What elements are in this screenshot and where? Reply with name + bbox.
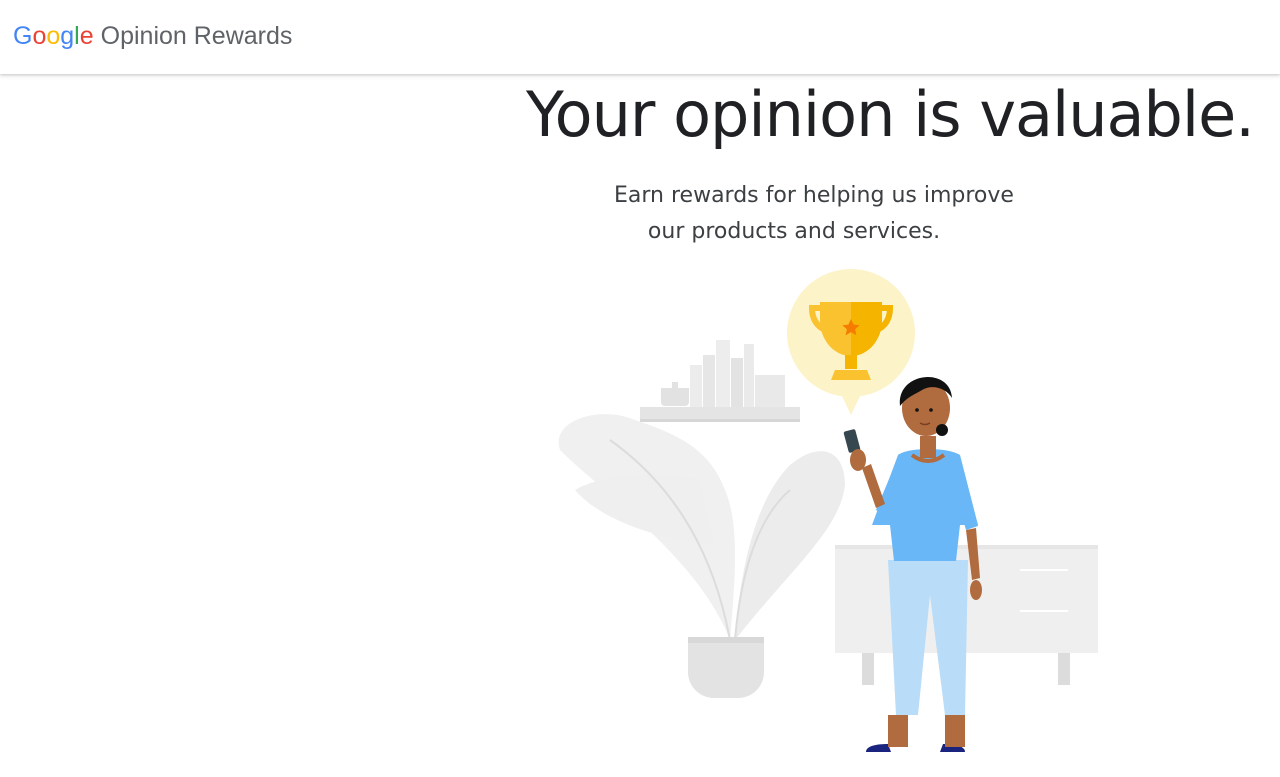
shelf-illustration (640, 340, 800, 422)
logo-letter: o (46, 22, 61, 50)
logo-letter: g (60, 22, 75, 50)
hero-subtitle-line-2: our products and services. (647, 219, 941, 244)
product-name: Opinion Rewards (100, 22, 293, 50)
trophy-bubble (787, 269, 915, 415)
hero-subtitle-line-1: Earn rewards for helping us improve (614, 183, 1014, 208)
logo-letter: G (13, 22, 33, 50)
hero-title: Your opinion is valuable. (526, 78, 1255, 151)
plant-illustration (558, 414, 845, 698)
hero-illustration (558, 269, 1098, 752)
app-header: Google Opinion Rewards (0, 0, 1280, 74)
google-opinion-rewards-logo[interactable]: Google Opinion Rewards (13, 22, 292, 56)
hero-subtitle: Earn rewards for helping us improve our … (614, 178, 1014, 250)
logo-letter: e (79, 22, 94, 50)
logo-letter: o (32, 22, 47, 50)
